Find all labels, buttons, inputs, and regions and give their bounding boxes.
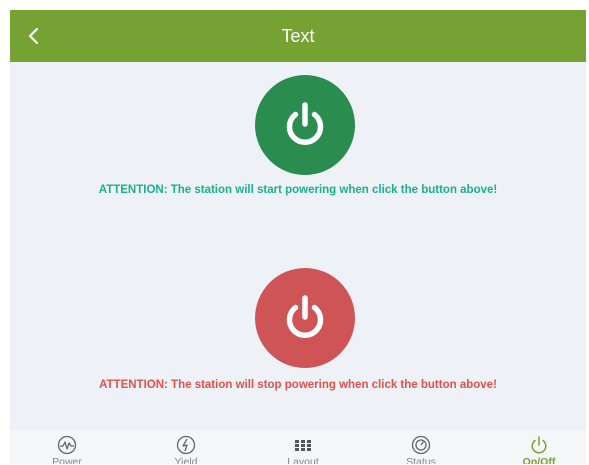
power-wave-icon [57, 435, 77, 455]
lightning-icon [176, 435, 196, 455]
tab-label: Yield [174, 456, 198, 464]
power-icon [529, 435, 549, 455]
tab-label: On/Off [522, 456, 556, 464]
tab-label: Status [406, 456, 436, 464]
app-screen: Text ATTENTION: The station will start p… [10, 10, 586, 464]
power-icon [286, 295, 324, 338]
tab-label: Power [52, 456, 82, 464]
tab-on-off[interactable]: On/Off [494, 430, 584, 464]
tab-yield[interactable]: Yield [141, 430, 231, 464]
header-bar: Text [10, 10, 586, 62]
page-title: Text [281, 26, 315, 46]
gauge-icon [411, 435, 431, 455]
power-icon [286, 102, 324, 145]
tab-status[interactable]: Status [376, 430, 466, 464]
bottom-tab-bar: Power Yield Layout Status On/Off [10, 430, 586, 464]
start-power-button[interactable] [255, 75, 355, 175]
tab-power[interactable]: Power [22, 430, 112, 464]
tab-layout[interactable]: Layout [258, 430, 348, 464]
start-notice: ATTENTION: The station will start poweri… [98, 184, 498, 196]
stop-notice: ATTENTION: The station will stop powerin… [99, 379, 497, 391]
tab-label: Layout [287, 456, 319, 464]
stop-power-button[interactable] [255, 268, 355, 368]
grid-icon [293, 435, 313, 455]
